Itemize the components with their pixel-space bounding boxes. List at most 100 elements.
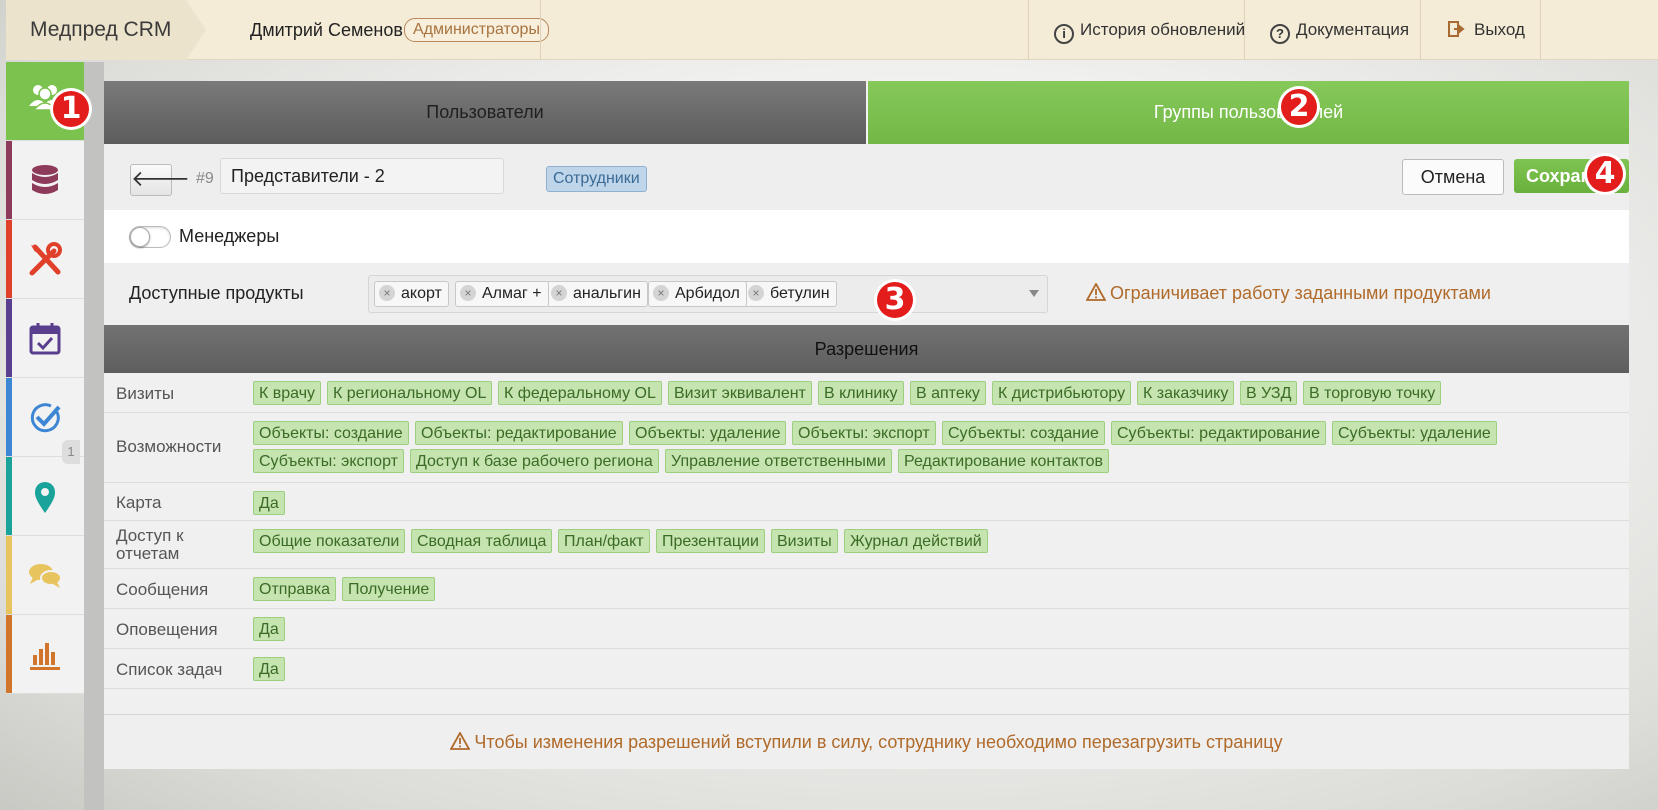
product-chip[interactable]: × бетулин (743, 281, 837, 307)
product-chip[interactable]: × анальгин (546, 281, 648, 307)
permission-tag[interactable]: Сводная таблица (411, 529, 553, 553)
sidebar-item-color-bar (6, 220, 12, 298)
tab-users-label: Пользователи (426, 102, 544, 122)
permission-tag[interactable]: Журнал действий (844, 529, 988, 553)
sidebar-collapsed-tab[interactable]: 1 (62, 440, 80, 464)
permission-tag[interactable]: Доступ к базе рабочего региона (410, 449, 659, 473)
permission-tag[interactable]: К региональному OL (327, 381, 493, 405)
permission-tag[interactable]: Редактирование контактов (898, 449, 1110, 473)
header-divider (1540, 0, 1541, 60)
group-toolbar: 🡐 #9 Сотрудники Отмена Сохранить (104, 144, 1629, 210)
documentation-link[interactable]: ? Документация (1270, 18, 1409, 44)
permission-tag[interactable]: Субъекты: экспорт (253, 449, 404, 473)
permission-tag[interactable]: Объекты: редактирование (415, 421, 623, 445)
permission-tag[interactable]: В торговую точку (1303, 381, 1442, 405)
back-button[interactable]: 🡐 (130, 164, 190, 196)
annotation-marker-3: 3 (874, 279, 916, 321)
permission-tag[interactable]: В клинику (818, 381, 904, 405)
permission-tag[interactable]: Субъекты: удаление (1332, 421, 1497, 445)
permission-row-label: Карта (116, 493, 162, 512)
managers-row: Менеджеры (104, 210, 1629, 263)
header-divider (1244, 0, 1245, 60)
bar-chart-icon (30, 643, 60, 670)
group-type-badge: Сотрудники (546, 166, 647, 192)
product-chip-label: Алмаг + (482, 285, 542, 302)
permission-row-label: Список задач (116, 660, 223, 679)
cancel-button[interactable]: Отмена (1402, 159, 1504, 195)
permission-tag[interactable]: К федеральному OL (498, 381, 662, 405)
permission-tag[interactable]: План/факт (558, 529, 650, 553)
remove-chip-icon[interactable]: × (551, 285, 567, 301)
permission-tag[interactable]: Отправка (253, 577, 336, 601)
permission-tag[interactable]: Визиты (771, 529, 838, 553)
group-edit-panel: 🡐 #9 Сотрудники Отмена Сохранить Менедже… (104, 144, 1629, 769)
product-chip[interactable]: × Арбидол (648, 281, 747, 307)
chat-icon (29, 564, 62, 588)
product-chip[interactable]: × акорт (374, 281, 449, 307)
calendar-check-icon (29, 323, 61, 355)
managers-toggle-label: Менеджеры (179, 226, 280, 246)
logout-label: Выход (1474, 20, 1525, 39)
logout-link[interactable]: Выход (1448, 18, 1525, 42)
products-label: Доступные продукты (129, 283, 304, 303)
updates-history-label: История обновлений (1080, 20, 1246, 39)
permission-tag[interactable]: Да (253, 657, 285, 681)
updates-history-link[interactable]: i История обновлений (1054, 18, 1246, 44)
map-pin-icon (35, 482, 55, 513)
sidebar-item-map[interactable] (6, 457, 84, 536)
info-icon: i (1054, 24, 1074, 44)
products-multiselect[interactable]: × бетулин × Арбидол × анальгин × Алмаг + × акорт (368, 275, 1048, 313)
product-chip[interactable]: × Алмаг + (455, 281, 549, 307)
permission-tag[interactable]: К врачу (253, 381, 322, 405)
permission-tag[interactable]: К заказчику (1137, 381, 1235, 405)
sidebar-item-color-bar (6, 378, 12, 456)
group-name-input[interactable] (220, 158, 504, 194)
annotation-marker-4: 4 (1584, 153, 1626, 195)
permission-tag[interactable]: Да (253, 491, 285, 515)
arrow-left-icon: 🡐 (131, 166, 190, 191)
header-divider (1420, 0, 1421, 60)
tab-users[interactable]: Пользователи (104, 81, 866, 144)
brand-name: Медпред CRM (30, 18, 172, 41)
sidebar-item-color-bar (6, 299, 12, 377)
permission-tag[interactable]: Субъекты: создание (942, 421, 1105, 445)
permission-tag[interactable]: Объекты: экспорт (792, 421, 936, 445)
permission-tag[interactable]: Управление ответственными (665, 449, 892, 473)
permissions-header: Разрешения (104, 325, 1629, 373)
permission-tag[interactable]: Получение (342, 577, 436, 601)
remove-chip-icon[interactable]: × (460, 285, 476, 301)
sidebar-item-calendar[interactable] (6, 299, 84, 378)
permission-row: Список задач Да (104, 649, 1629, 689)
reload-warning: Чтобы изменения разрешений вступили в си… (104, 714, 1629, 769)
products-warning-text: Ограничивает работу заданными продуктами (1110, 283, 1491, 303)
permission-tag[interactable]: Объекты: создание (253, 421, 409, 445)
sidebar-item-messages[interactable] (6, 536, 84, 615)
brand-logo[interactable]: Медпред CRM (6, 0, 206, 60)
sidebar (6, 62, 84, 694)
permission-tag[interactable]: Субъекты: редактирование (1111, 421, 1326, 445)
permission-tag[interactable]: Общие показатели (253, 529, 406, 553)
managers-toggle[interactable] (129, 226, 171, 248)
remove-chip-icon[interactable]: × (379, 285, 395, 301)
tab-user-groups[interactable]: Группы пользователей (868, 81, 1629, 144)
group-id: #9 (196, 170, 214, 187)
permission-tag[interactable]: В аптеку (910, 381, 986, 405)
users-tabs: Пользователи Группы пользователей (104, 81, 1629, 144)
sidebar-item-reports[interactable] (6, 615, 84, 694)
sidebar-item-database[interactable] (6, 141, 84, 220)
permission-row: Возможности Объекты: создание Объекты: ред… (104, 413, 1629, 483)
permission-tag[interactable]: Да (253, 617, 285, 641)
products-row: Доступные продукты × бетулин × Арбидол × анал… (104, 263, 1629, 325)
permission-tag[interactable]: Презентации (656, 529, 765, 553)
permission-row-label: Сообщения (116, 580, 209, 599)
sidebar-item-tools[interactable] (6, 220, 84, 299)
permission-tag[interactable]: Объекты: удаление (629, 421, 787, 445)
permission-tag[interactable]: К дистрибьютору (992, 381, 1132, 405)
permission-tag[interactable]: В УЗД (1240, 381, 1298, 405)
remove-chip-icon[interactable]: × (748, 285, 764, 301)
sidebar-item-color-bar (6, 457, 12, 535)
chevron-down-icon[interactable] (1029, 290, 1039, 297)
permission-row-label: Визиты (116, 384, 175, 403)
remove-chip-icon[interactable]: × (653, 285, 669, 301)
permission-tag[interactable]: Визит эквивалент (668, 381, 812, 405)
